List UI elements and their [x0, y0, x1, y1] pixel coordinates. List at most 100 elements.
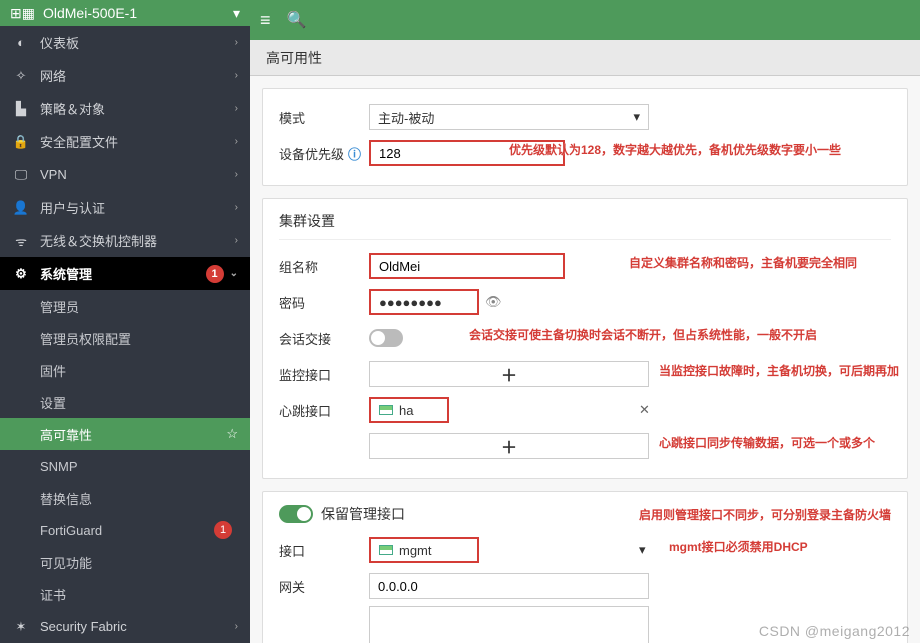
search-icon[interactable]: 🔍 — [287, 10, 307, 30]
chevron-icon: › — [235, 103, 238, 114]
nav-item[interactable]: ⚙ 系统管理 1 ⌄ — [0, 257, 250, 290]
star-icon[interactable]: ☆ — [226, 426, 238, 442]
note-session: 会话交接可使主备切换时会话不断开，但占系统性能，一般不开启 — [469, 326, 817, 343]
note-group: 自定义集群名称和密码，主备机要完全相同 — [629, 254, 857, 271]
subnav-item[interactable]: 证书 — [0, 578, 250, 610]
subnav-item[interactable]: 设置 — [0, 386, 250, 418]
sidebar: ⊞▦ OldMei-500E-1 ▾ ◐ 仪表板 ›✧ 网络 ›▙ 策略＆对象 … — [0, 0, 250, 643]
session-toggle[interactable] — [369, 329, 403, 347]
subnav-label: 替换信息 — [40, 489, 238, 508]
content: 模式 主动-被动▾ 设备优先级ⓘ 优先级默认为128，数字越大越优先，备机优先级… — [250, 76, 920, 643]
nav-item[interactable]: ▙ 策略＆对象 › — [0, 92, 250, 125]
password-input[interactable]: ●●●●●●●● — [369, 289, 479, 315]
sidebar-header[interactable]: ⊞▦ OldMei-500E-1 ▾ — [0, 0, 250, 26]
nav-label: 系统管理 — [40, 264, 206, 283]
nav-label: 无线＆交换机控制器 — [40, 231, 235, 250]
nav-item[interactable]: 🖵 VPN › — [0, 158, 250, 191]
nav-label: 策略＆对象 — [40, 99, 235, 118]
chevron-down-icon: ▾ — [633, 109, 640, 125]
nav-item[interactable]: ◐ 仪表板 › — [0, 26, 250, 59]
subnav-label: 管理员权限配置 — [40, 329, 238, 348]
gateway-input[interactable] — [369, 573, 649, 599]
nav-item[interactable]: ✶ Security Fabric › — [0, 610, 250, 643]
hostname: OldMei-500E-1 — [43, 5, 233, 21]
subnav-item[interactable]: 固件 — [0, 354, 250, 386]
chevron-icon: › — [235, 169, 238, 180]
info-icon[interactable]: ⓘ — [348, 147, 361, 162]
chevron-icon: › — [235, 70, 238, 81]
nav-label: 网络 — [40, 66, 235, 85]
subnav-item[interactable]: SNMP — [0, 450, 250, 482]
note-priority: 优先级默认为128，数字越大越优先，备机优先级数字要小一些 — [509, 141, 841, 158]
chevron-icon: › — [235, 136, 238, 147]
chevron-icon: › — [235, 202, 238, 213]
subnav-label: FortiGuard — [40, 523, 214, 538]
monitor-label: 监控接口 — [279, 365, 369, 384]
subnav-label: 证书 — [40, 585, 238, 604]
subnav-item[interactable]: 可见功能 — [0, 546, 250, 578]
chevron-icon: › — [235, 37, 238, 48]
subnav-item[interactable]: 管理员权限配置 — [0, 322, 250, 354]
subnav-label: SNMP — [40, 459, 238, 474]
hb-value[interactable]: ha — [369, 397, 449, 423]
priority-label: 设备优先级ⓘ — [279, 144, 369, 163]
subnav-item[interactable]: 高可靠性 ☆ — [0, 418, 250, 450]
panel-reserve: 保留管理接口 启用则管理接口不同步，可分别登录主备防火墙 接口 mgmt ▾ m… — [262, 491, 908, 643]
reserve-toggle[interactable] — [279, 505, 313, 523]
watermark: CSDN @meigang2012 — [759, 623, 910, 639]
panel-mode: 模式 主动-被动▾ 设备优先级ⓘ 优先级默认为128，数字越大越优先，备机优先级… — [262, 88, 908, 186]
nav-item[interactable]: 🔒 安全配置文件 › — [0, 125, 250, 158]
note-iface: mgmt接口必须禁用DHCP — [669, 538, 808, 555]
chevron-down-icon: ▾ — [639, 542, 646, 558]
group-input[interactable] — [369, 253, 565, 279]
subnav-label: 设置 — [40, 393, 238, 412]
iface-label: 接口 — [279, 541, 369, 560]
nav-item[interactable]: ✧ 网络 › — [0, 59, 250, 92]
subnav-item[interactable]: 管理员 — [0, 290, 250, 322]
mode-select[interactable]: 主动-被动▾ — [369, 104, 649, 130]
panel-cluster: 集群设置 组名称 自定义集群名称和密码，主备机要完全相同 密码 ●●●●●●●●… — [262, 198, 908, 479]
iface-select[interactable]: mgmt — [369, 537, 479, 563]
nav-icon: ✧ — [12, 68, 30, 84]
session-label: 会话交接 — [279, 329, 369, 348]
nav-label: 仪表板 — [40, 33, 235, 52]
group-label: 组名称 — [279, 257, 369, 276]
menu-icon[interactable]: ≡ — [260, 10, 271, 31]
chevron-down-icon: ▾ — [233, 5, 240, 22]
subnav-item[interactable]: FortiGuard 1 — [0, 514, 250, 546]
nav-icon: 🔒 — [12, 134, 30, 150]
nav-icon: 🖵 — [12, 167, 30, 183]
subnet-input[interactable] — [369, 606, 649, 643]
subnav-item[interactable]: 替换信息 — [0, 482, 250, 514]
main: ≡ 🔍 高可用性 模式 主动-被动▾ 设备优先级ⓘ 优先级默认为128，数字越大… — [250, 0, 920, 643]
eye-icon[interactable]: 👁 — [485, 294, 502, 310]
subnav-label: 固件 — [40, 361, 238, 380]
nav-item[interactable]: ᯤ 无线＆交换机控制器 › — [0, 224, 250, 257]
gateway-label: 网关 — [279, 577, 369, 596]
interface-icon — [379, 545, 393, 555]
note-hb: 心跳接口同步传输数据，可选一个或多个 — [659, 434, 875, 451]
nav-label: 安全配置文件 — [40, 132, 235, 151]
hb-add[interactable]: ＋ — [369, 433, 649, 459]
nav-label: 用户与认证 — [40, 198, 235, 217]
nav-label: VPN — [40, 167, 235, 182]
password-label: 密码 — [279, 293, 369, 312]
nav-icon: 👤 — [12, 200, 30, 216]
mode-label: 模式 — [279, 108, 369, 127]
hb-label: 心跳接口 — [279, 401, 369, 420]
badge: 1 — [214, 521, 232, 539]
subnav-label: 高可靠性 — [40, 425, 226, 444]
nav-item[interactable]: 👤 用户与认证 › — [0, 191, 250, 224]
device-icon: ⊞▦ — [10, 5, 35, 22]
monitor-add[interactable]: ＋ — [369, 361, 649, 387]
hb-remove[interactable]: ✕ — [639, 402, 650, 418]
subnav-label: 管理员 — [40, 297, 238, 316]
note-monitor: 当监控接口故障时，主备机切换，可后期再加 — [659, 362, 899, 379]
breadcrumb: 高可用性 — [250, 40, 920, 76]
badge: 1 — [206, 265, 224, 283]
reserve-label: 保留管理接口 — [321, 504, 405, 524]
cluster-title: 集群设置 — [279, 211, 891, 240]
chevron-icon: › — [235, 235, 238, 246]
nav-icon: ᯤ — [12, 232, 30, 250]
topbar: ≡ 🔍 — [250, 0, 920, 40]
